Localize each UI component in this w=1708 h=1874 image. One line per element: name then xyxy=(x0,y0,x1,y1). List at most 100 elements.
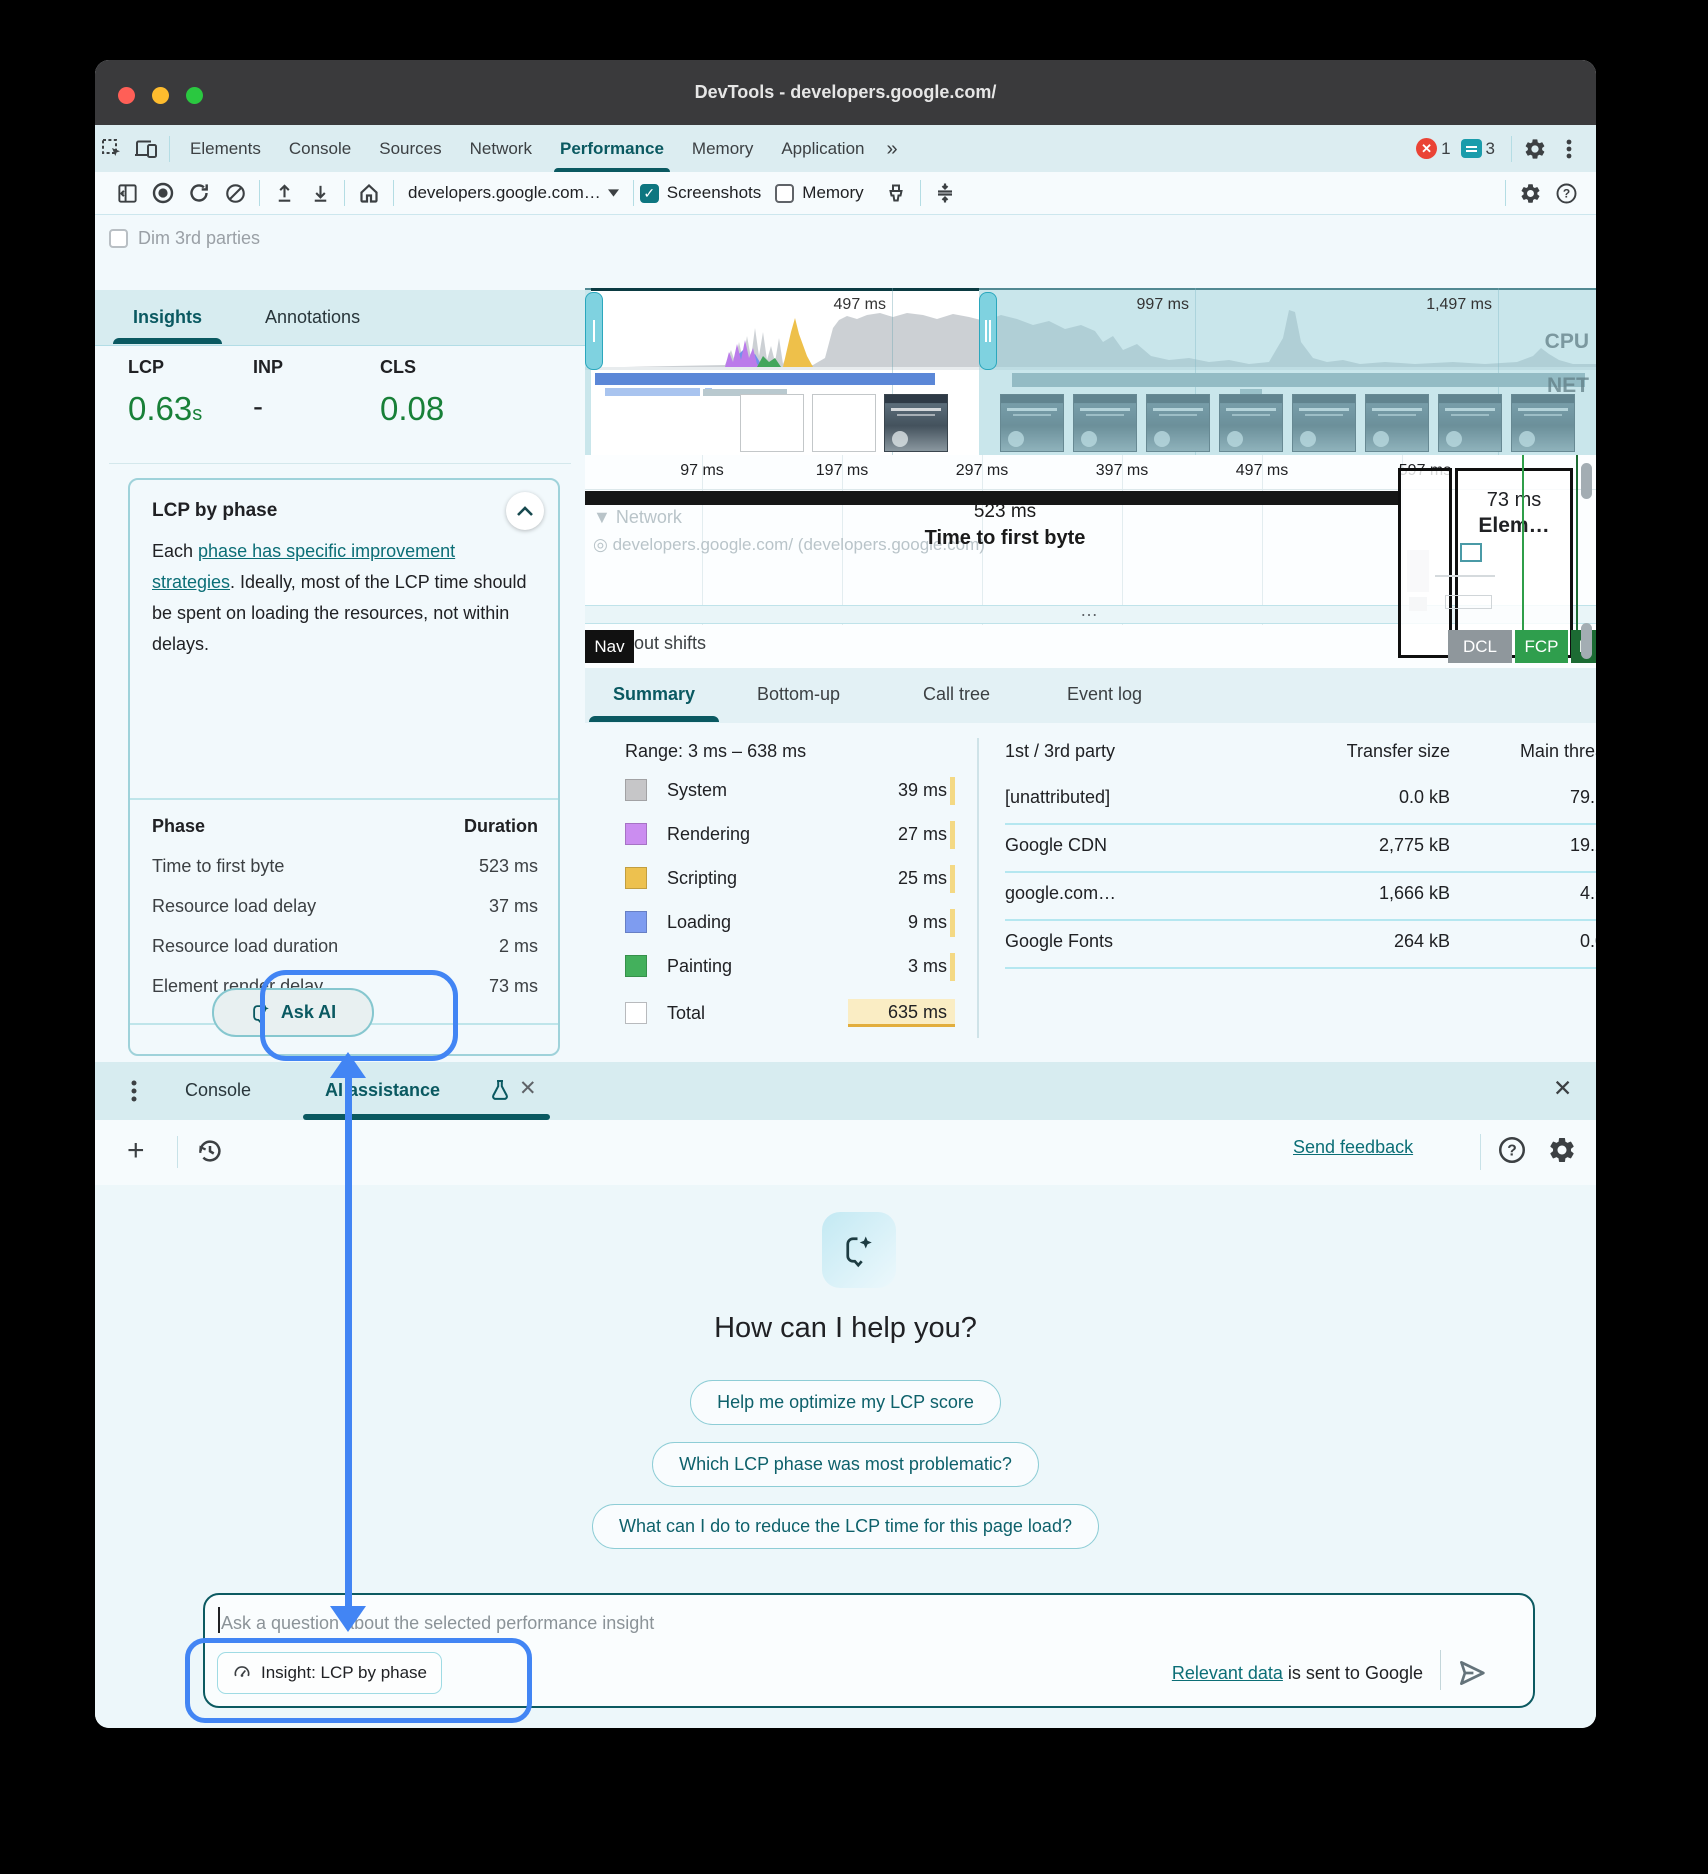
dim-third-parties-row: Dim 3rd parties xyxy=(109,228,260,249)
ruler-tick: 397 ms xyxy=(1096,462,1148,480)
filmstrip-frame[interactable] xyxy=(740,394,804,452)
issues-badge-icon[interactable] xyxy=(1461,139,1482,158)
upload-trace-icon[interactable] xyxy=(266,176,302,210)
legend-row: Scripting25 ms xyxy=(625,867,955,889)
home-icon[interactable] xyxy=(351,176,387,210)
legend-row: Loading9 ms xyxy=(625,911,955,933)
close-ai-tab-icon[interactable]: ✕ xyxy=(519,1076,537,1101)
ruler-tick: 297 ms xyxy=(956,462,1008,480)
tab-summary[interactable]: Summary xyxy=(613,668,695,722)
party-table-row[interactable]: google.com…1,666 kB4.6 m xyxy=(1005,883,1596,904)
device-toolbar-icon[interactable] xyxy=(129,132,163,166)
selection-handle-left[interactable] xyxy=(585,292,603,370)
settings-gear-icon[interactable] xyxy=(1518,132,1552,166)
page-selector-dropdown[interactable]: developers.google.com… xyxy=(408,183,619,203)
relevant-data-link[interactable]: Relevant data xyxy=(1172,1663,1283,1683)
selection-handle-right[interactable] xyxy=(979,292,997,370)
nav-badge: Nav xyxy=(585,630,634,663)
suggestion-chip[interactable]: Help me optimize my LCP score xyxy=(690,1380,1001,1425)
collapse-sections-icon[interactable] xyxy=(927,176,963,210)
suggestion-chip[interactable]: What can I do to reduce the LCP time for… xyxy=(592,1504,1099,1549)
timeline-overview[interactable]: 497 ms 997 ms 1,497 ms CPU NET xyxy=(585,288,1596,455)
dcl-badge: DCL xyxy=(1448,630,1512,663)
network-section-label[interactable]: ▼ Network xyxy=(593,507,682,528)
party-table-row[interactable]: Google CDN2,775 kB19.2 m xyxy=(1005,835,1596,856)
suggestion-chip[interactable]: Which LCP phase was most problematic? xyxy=(652,1442,1039,1487)
gc-brush-icon[interactable] xyxy=(878,176,914,210)
send-prompt-icon[interactable] xyxy=(1455,1656,1489,1690)
overview-dimmed-region xyxy=(979,288,1596,455)
expand-tracks-ellipsis[interactable]: … xyxy=(1080,600,1098,621)
record-icon[interactable] xyxy=(145,176,181,210)
annotation-arrow xyxy=(345,1074,352,1606)
legend-row: System39 ms xyxy=(625,779,955,801)
net-track-label: NET xyxy=(1547,374,1589,398)
sidebar-tab-strip: Insights Annotations xyxy=(95,290,585,346)
more-options-kebab-icon[interactable] xyxy=(1552,132,1586,166)
elem-overlay-value: 73 ms xyxy=(1458,489,1570,512)
screenshots-label: Screenshots xyxy=(667,183,762,203)
tab-application[interactable]: Application xyxy=(767,126,878,172)
annotation-ring-context-chip xyxy=(185,1638,532,1723)
party-table-row[interactable]: [unattributed]0.0 kB79.1 m xyxy=(1005,787,1596,808)
tab-insights[interactable]: Insights xyxy=(133,290,202,344)
timeline-track-pane[interactable]: 97 ms 197 ms 297 ms 397 ms 497 ms 597 ms… xyxy=(585,455,1596,668)
ruler-tick: 97 ms xyxy=(680,462,724,480)
tab-bottom-up[interactable]: Bottom-up xyxy=(757,668,840,722)
party-table-header: 1st / 3rd partyTransfer sizeMain thread … xyxy=(1005,741,1596,762)
net-bar-selected xyxy=(595,373,935,385)
dim-third-parties-checkbox[interactable] xyxy=(109,229,128,248)
title-bar: DevTools - developers.google.com/ xyxy=(95,60,1596,125)
tab-sources[interactable]: Sources xyxy=(365,126,455,172)
reload-record-icon[interactable] xyxy=(181,176,217,210)
more-tabs-icon[interactable]: » xyxy=(879,126,906,172)
data-disclaimer: Relevant data is sent to Google xyxy=(1172,1663,1423,1684)
history-icon[interactable] xyxy=(195,1136,225,1166)
settings-gear-icon[interactable] xyxy=(1512,176,1548,210)
ai-spark-icon xyxy=(822,1212,896,1288)
tab-call-tree[interactable]: Call tree xyxy=(923,668,990,722)
metric-lcp-value[interactable]: 0.63s xyxy=(128,390,202,428)
filmstrip-frame[interactable] xyxy=(812,394,876,452)
tab-network[interactable]: Network xyxy=(456,126,546,172)
close-drawer-icon[interactable]: ✕ xyxy=(1553,1075,1572,1102)
ruler-tick: 197 ms xyxy=(816,462,868,480)
tab-performance[interactable]: Performance xyxy=(546,126,678,172)
filmstrip-frame[interactable] xyxy=(884,394,948,452)
tab-console[interactable]: Console xyxy=(275,126,365,172)
download-trace-icon[interactable] xyxy=(302,176,338,210)
memory-label: Memory xyxy=(802,183,863,203)
metric-cls-label: CLS xyxy=(380,357,416,378)
inspect-element-icon[interactable] xyxy=(95,132,129,166)
legend-row: Painting3 ms xyxy=(625,955,955,977)
error-badge-icon[interactable]: ✕ xyxy=(1416,138,1437,159)
scrollbar-thumb[interactable] xyxy=(1581,463,1592,499)
panel-left-toggle-icon[interactable] xyxy=(109,176,145,210)
metric-cls-value[interactable]: 0.08 xyxy=(380,390,444,428)
performance-toolbar: developers.google.com… ✓ Screenshots Mem… xyxy=(95,172,1596,215)
drawer-tab-console[interactable]: Console xyxy=(185,1062,251,1119)
party-table-row[interactable]: Google Fonts264 kB0.0 m xyxy=(1005,931,1596,952)
screenshots-checkbox[interactable]: ✓ xyxy=(640,184,659,203)
settings-gear-icon[interactable] xyxy=(1547,1135,1577,1165)
collapse-insight-button[interactable] xyxy=(506,492,544,530)
memory-checkbox[interactable] xyxy=(775,184,794,203)
help-icon[interactable]: ? xyxy=(1497,1135,1527,1165)
tab-annotations[interactable]: Annotations xyxy=(265,290,360,344)
devtools-tabbar: Elements Console Sources Network Perform… xyxy=(95,125,1596,173)
drawer-kebab-icon[interactable] xyxy=(131,1078,137,1104)
metric-inp-value: - xyxy=(253,390,263,424)
bottom-pane-tab-strip: Summary Bottom-up Call tree Event log xyxy=(585,668,1596,724)
lcp-marker-line xyxy=(1576,455,1578,640)
scrollbar-thumb[interactable] xyxy=(1581,623,1592,659)
tab-elements[interactable]: Elements xyxy=(176,126,275,172)
overview-time-label: 497 ms xyxy=(834,296,886,314)
new-chat-plus-icon[interactable]: + xyxy=(127,1134,145,1168)
tab-memory[interactable]: Memory xyxy=(678,126,767,172)
divider xyxy=(169,136,170,162)
help-icon[interactable]: ? xyxy=(1548,176,1584,210)
clear-icon[interactable] xyxy=(217,176,253,210)
phase-row: Resource load delay37 ms xyxy=(152,896,538,917)
send-feedback-link[interactable]: Send feedback xyxy=(1293,1137,1413,1158)
tab-event-log[interactable]: Event log xyxy=(1067,668,1142,722)
